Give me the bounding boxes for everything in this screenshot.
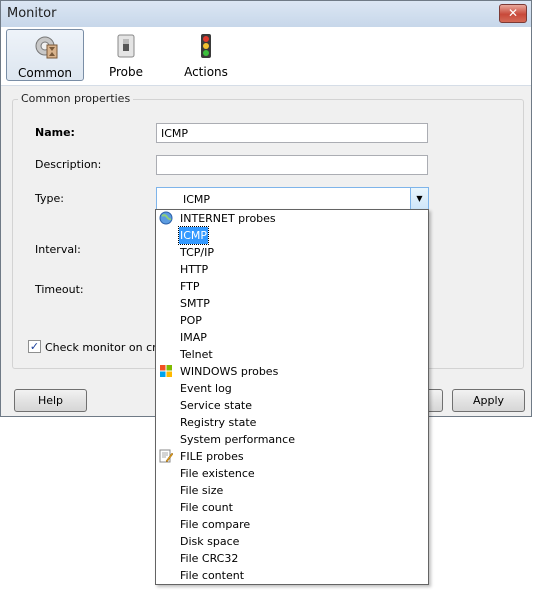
list-item[interactable]: File content xyxy=(179,567,245,584)
name-field[interactable]: ICMP xyxy=(156,123,428,143)
check-monitor-checkbox[interactable]: ✓ xyxy=(28,340,41,353)
list-item[interactable]: SMTP xyxy=(179,295,211,312)
help-button[interactable]: Help xyxy=(14,389,87,412)
list-item[interactable]: FTP xyxy=(179,278,201,295)
type-label: Type: xyxy=(35,192,64,205)
list-item[interactable]: WINDOWS probes xyxy=(179,363,279,380)
apply-button[interactable]: Apply xyxy=(452,389,525,412)
windows-logo-icon xyxy=(160,365,172,377)
list-item[interactable]: HTTP xyxy=(179,261,209,278)
list-item[interactable]: Registry state xyxy=(179,414,257,431)
interval-label: Interval: xyxy=(35,243,81,256)
type-combobox[interactable]: ICMP ▼ xyxy=(156,187,429,210)
title-bar[interactable]: Monitor ✕ xyxy=(1,1,531,28)
toolbar: Common Probe Actions xyxy=(1,27,531,86)
list-item[interactable]: File size xyxy=(179,482,224,499)
list-item[interactable]: File compare xyxy=(179,516,251,533)
list-item[interactable]: System performance xyxy=(179,431,296,448)
dropdown-arrow-icon[interactable]: ▼ xyxy=(410,188,428,209)
list-item[interactable]: Event log xyxy=(179,380,233,397)
list-item[interactable]: TCP/IP xyxy=(179,244,215,261)
tab-probe[interactable]: Probe xyxy=(87,29,165,81)
list-item-selected[interactable]: ICMP xyxy=(177,226,210,245)
file-edit-icon xyxy=(159,449,173,463)
list-item[interactable]: File count xyxy=(179,499,234,516)
list-item[interactable]: File existence xyxy=(179,465,256,482)
list-item[interactable]: FILE probes xyxy=(179,448,245,465)
name-label: Name: xyxy=(35,126,75,139)
list-item[interactable]: Service state xyxy=(179,397,253,414)
tab-actions[interactable]: Actions xyxy=(167,29,245,81)
description-label: Description: xyxy=(35,158,102,171)
globe-icon xyxy=(159,211,173,225)
list-item[interactable]: Telnet xyxy=(179,346,214,363)
group-title: Common properties xyxy=(18,92,134,105)
tab-common[interactable]: Common xyxy=(6,29,84,81)
tab-common-label: Common xyxy=(17,66,73,80)
tab-probe-label: Probe xyxy=(108,65,144,79)
list-item[interactable]: File CRC32 xyxy=(179,550,239,567)
traffic-light-icon xyxy=(201,34,211,58)
switch-icon xyxy=(117,34,135,58)
type-selected-value: ICMP xyxy=(183,193,211,206)
list-item[interactable]: IMAP xyxy=(179,329,208,346)
description-field[interactable] xyxy=(156,155,428,175)
list-item[interactable]: POP xyxy=(179,312,203,329)
gear-hourglass-icon xyxy=(35,36,58,59)
tab-actions-label: Actions xyxy=(184,65,228,79)
list-item[interactable]: INTERNET probes xyxy=(179,210,277,227)
type-dropdown-list[interactable]: INTERNET probes ICMP TCP/IP HTTP FTP SMT… xyxy=(155,209,429,585)
window-title: Monitor xyxy=(7,6,57,21)
list-item[interactable]: Disk space xyxy=(179,533,240,550)
timeout-label: Timeout: xyxy=(35,283,84,296)
close-button[interactable]: ✕ xyxy=(499,4,527,23)
